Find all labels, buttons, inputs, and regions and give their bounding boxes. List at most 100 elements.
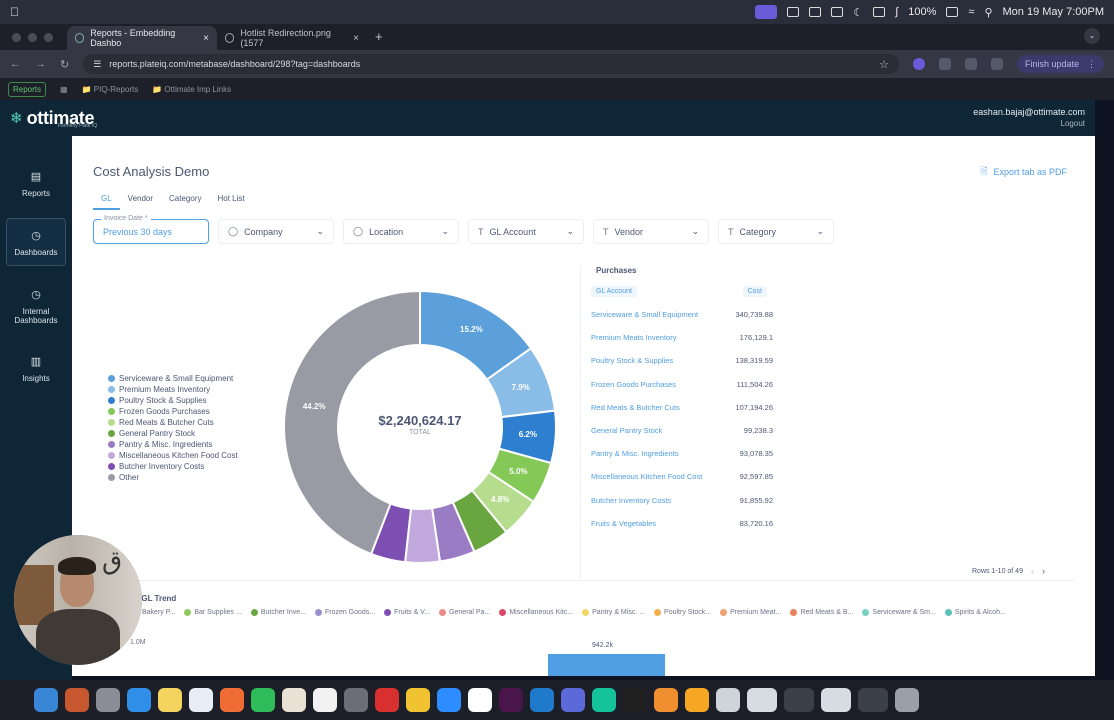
extension-icon[interactable] — [912, 58, 925, 70]
company-filter[interactable]: ◯ Company ⌄ — [218, 219, 334, 244]
chevron-down-icon[interactable]: ⌄ — [1084, 28, 1100, 44]
vendor-filter[interactable]: T Vendor ⌄ — [593, 219, 709, 244]
previous-page-icon[interactable]: ‹ — [1031, 566, 1034, 576]
close-tab-icon[interactable]: × — [353, 33, 359, 44]
finder-icon[interactable] — [34, 688, 58, 712]
notion-icon[interactable] — [831, 7, 844, 17]
screen-record-icon[interactable] — [755, 5, 778, 19]
legend-item[interactable]: Frozen Goods Purchases — [108, 406, 238, 417]
column-header-cost[interactable]: Cost — [742, 286, 767, 297]
zoom-icon[interactable] — [437, 688, 461, 712]
legend-item[interactable]: Other — [108, 472, 238, 483]
sidebar-item-dashboards[interactable]: ◷ Dashboards — [6, 218, 66, 266]
datetime[interactable]: Mon 19 May 7:00PM — [1003, 6, 1105, 18]
window-thumbnail[interactable] — [747, 688, 777, 712]
table-row[interactable]: Pantry & Misc. Ingredients 93,078.35 — [591, 442, 831, 465]
table-row[interactable]: Premium Meats Inventory 176,129.1 — [591, 326, 831, 349]
finish-update-button[interactable]: Finish update ⋮ — [1016, 55, 1104, 73]
new-tab-icon[interactable]: + — [375, 29, 383, 44]
tab-vendor[interactable]: Vendor — [120, 192, 161, 210]
trend-legend-item[interactable]: Butcher Inve... — [250, 609, 306, 616]
gl-account-cell[interactable]: Red Meats & Butcher Cuts — [591, 403, 721, 412]
trend-legend-item[interactable]: Miscellaneous Kitc... — [499, 609, 573, 616]
close-tab-icon[interactable]: × — [203, 33, 209, 44]
trend-legend-item[interactable]: Poultry Stock... — [654, 609, 711, 616]
export-pdf-button[interactable]: 🗎 Export tab as PDF — [980, 164, 1067, 180]
trend-legend-item[interactable]: Frozen Goods... — [314, 609, 375, 616]
table-row[interactable]: Serviceware & Small Equipment 340,739.88 — [591, 303, 831, 326]
apple-icon[interactable]:  — [10, 5, 19, 19]
spotlight-icon[interactable]: ⚲ — [984, 6, 992, 19]
moon-icon[interactable]: ☾ — [853, 6, 863, 19]
table-row[interactable]: Butcher Inventory Costs 91,855.92 — [591, 489, 831, 512]
tab-hot-list[interactable]: Hot List — [210, 192, 253, 210]
gl-account-cell[interactable]: Poultry Stock & Supplies — [591, 356, 721, 365]
address-bar[interactable]: ☰ reports.plateiq.com/metabase/dashboard… — [83, 54, 899, 74]
next-page-icon[interactable]: › — [1042, 566, 1045, 576]
trend-legend-item[interactable]: Pantry & Misc. ... — [582, 609, 645, 616]
invoice-date-filter[interactable]: Invoice Date * Previous 30 days — [93, 215, 209, 244]
table-row[interactable]: Red Meats & Butcher Cuts 107,194.26 — [591, 396, 831, 419]
calendar-icon[interactable] — [313, 688, 337, 712]
minimize-window-button[interactable] — [28, 33, 37, 42]
legend-item[interactable]: Butcher Inventory Costs — [108, 461, 238, 472]
bookmark-star-icon[interactable]: ☆ — [879, 58, 889, 71]
webcam-overlay[interactable]: ق — [14, 535, 142, 665]
column-header-gl-account[interactable]: GL Account — [591, 286, 637, 297]
sidebar-item-internal-dashboards[interactable]: ◷ Internal Dashboards — [6, 278, 66, 333]
reload-icon[interactable]: ↻ — [60, 58, 69, 71]
browser-tab-reports[interactable]: Reports - Embedding Dashbo × — [67, 26, 217, 50]
bookmark-folder[interactable]: 📁 Ottimate Imp Links — [152, 85, 231, 94]
close-window-button[interactable] — [12, 33, 21, 42]
notion-icon[interactable] — [468, 688, 492, 712]
legend-item[interactable]: Pantry & Misc. Ingredients — [108, 439, 238, 450]
trash-icon[interactable] — [895, 688, 919, 712]
grammarly-icon[interactable] — [592, 688, 616, 712]
ottimate-logo[interactable]: ❄ ottimate Formerly Plate IQ — [10, 108, 97, 130]
pages-icon[interactable] — [282, 688, 306, 712]
browser-tab-hotlist[interactable]: Hotlist Redirection.png (1577 × — [217, 26, 367, 50]
back-icon[interactable]: ← — [10, 58, 21, 70]
battery-icon[interactable] — [946, 7, 959, 17]
table-row[interactable]: Miscellaneous Kitchen Food Cost 92,597.85 — [591, 465, 831, 488]
whatsapp-icon[interactable] — [251, 688, 275, 712]
acrobat-icon[interactable] — [375, 688, 399, 712]
trend-legend-item[interactable]: Premium Meat... — [720, 609, 781, 616]
trend-legend-item[interactable]: Serviceware & Sm... — [862, 609, 936, 616]
bookmark-reports[interactable]: Reports — [8, 81, 47, 97]
gl-account-cell[interactable]: Serviceware & Small Equipment — [591, 310, 721, 319]
status-icon[interactable] — [873, 7, 886, 17]
gl-account-cell[interactable]: Premium Meats Inventory — [591, 333, 721, 342]
freeform-icon[interactable] — [189, 688, 213, 712]
bluetooth-icon[interactable]: ∫ — [895, 6, 898, 18]
gl-account-cell[interactable]: Miscellaneous Kitchen Food Cost — [591, 472, 721, 481]
trend-legend-item[interactable]: Red Meats & B... — [790, 609, 853, 616]
vscode-icon[interactable] — [530, 688, 554, 712]
legend-item[interactable]: Poultry Stock & Supplies — [108, 395, 238, 406]
status-icon[interactable] — [809, 7, 822, 17]
gl-account-cell[interactable]: General Pantry Stock — [591, 426, 721, 435]
perplexity-icon[interactable] — [561, 688, 585, 712]
gl-account-cell[interactable]: Pantry & Misc. Ingredients — [591, 449, 721, 458]
legend-item[interactable]: General Pantry Stock — [108, 428, 238, 439]
history-icon[interactable] — [964, 58, 977, 70]
wifi-icon[interactable]: ≈ — [968, 6, 974, 18]
profile-avatar[interactable] — [990, 58, 1003, 70]
app-store-icon[interactable] — [127, 688, 151, 712]
legend-item[interactable]: Premium Meats Inventory — [108, 384, 238, 395]
sidebar-item-insights[interactable]: ▥ Insights — [6, 345, 66, 391]
system-settings-icon[interactable] — [96, 688, 120, 712]
tab-gl[interactable]: GL — [93, 192, 120, 210]
gl-account-cell[interactable]: Fruits & Vegetables — [591, 519, 721, 528]
zoom-window-button[interactable] — [44, 33, 53, 42]
table-row[interactable]: Fruits & Vegetables 83,720.16 — [591, 512, 831, 535]
table-row[interactable]: Poultry Stock & Supplies 138,319.59 — [591, 349, 831, 372]
bookmark-folder[interactable]: 📁 PIQ-Reports — [82, 85, 139, 94]
notes-icon[interactable] — [158, 688, 182, 712]
sidebar-item-reports[interactable]: ▤ Reports — [6, 160, 66, 206]
location-filter[interactable]: ◯ Location ⌄ — [343, 219, 459, 244]
window-thumbnail[interactable] — [821, 688, 851, 712]
status-icon[interactable] — [787, 7, 800, 17]
infuse-icon[interactable] — [685, 688, 709, 712]
legend-item[interactable]: Red Meats & Butcher Cuts — [108, 417, 238, 428]
